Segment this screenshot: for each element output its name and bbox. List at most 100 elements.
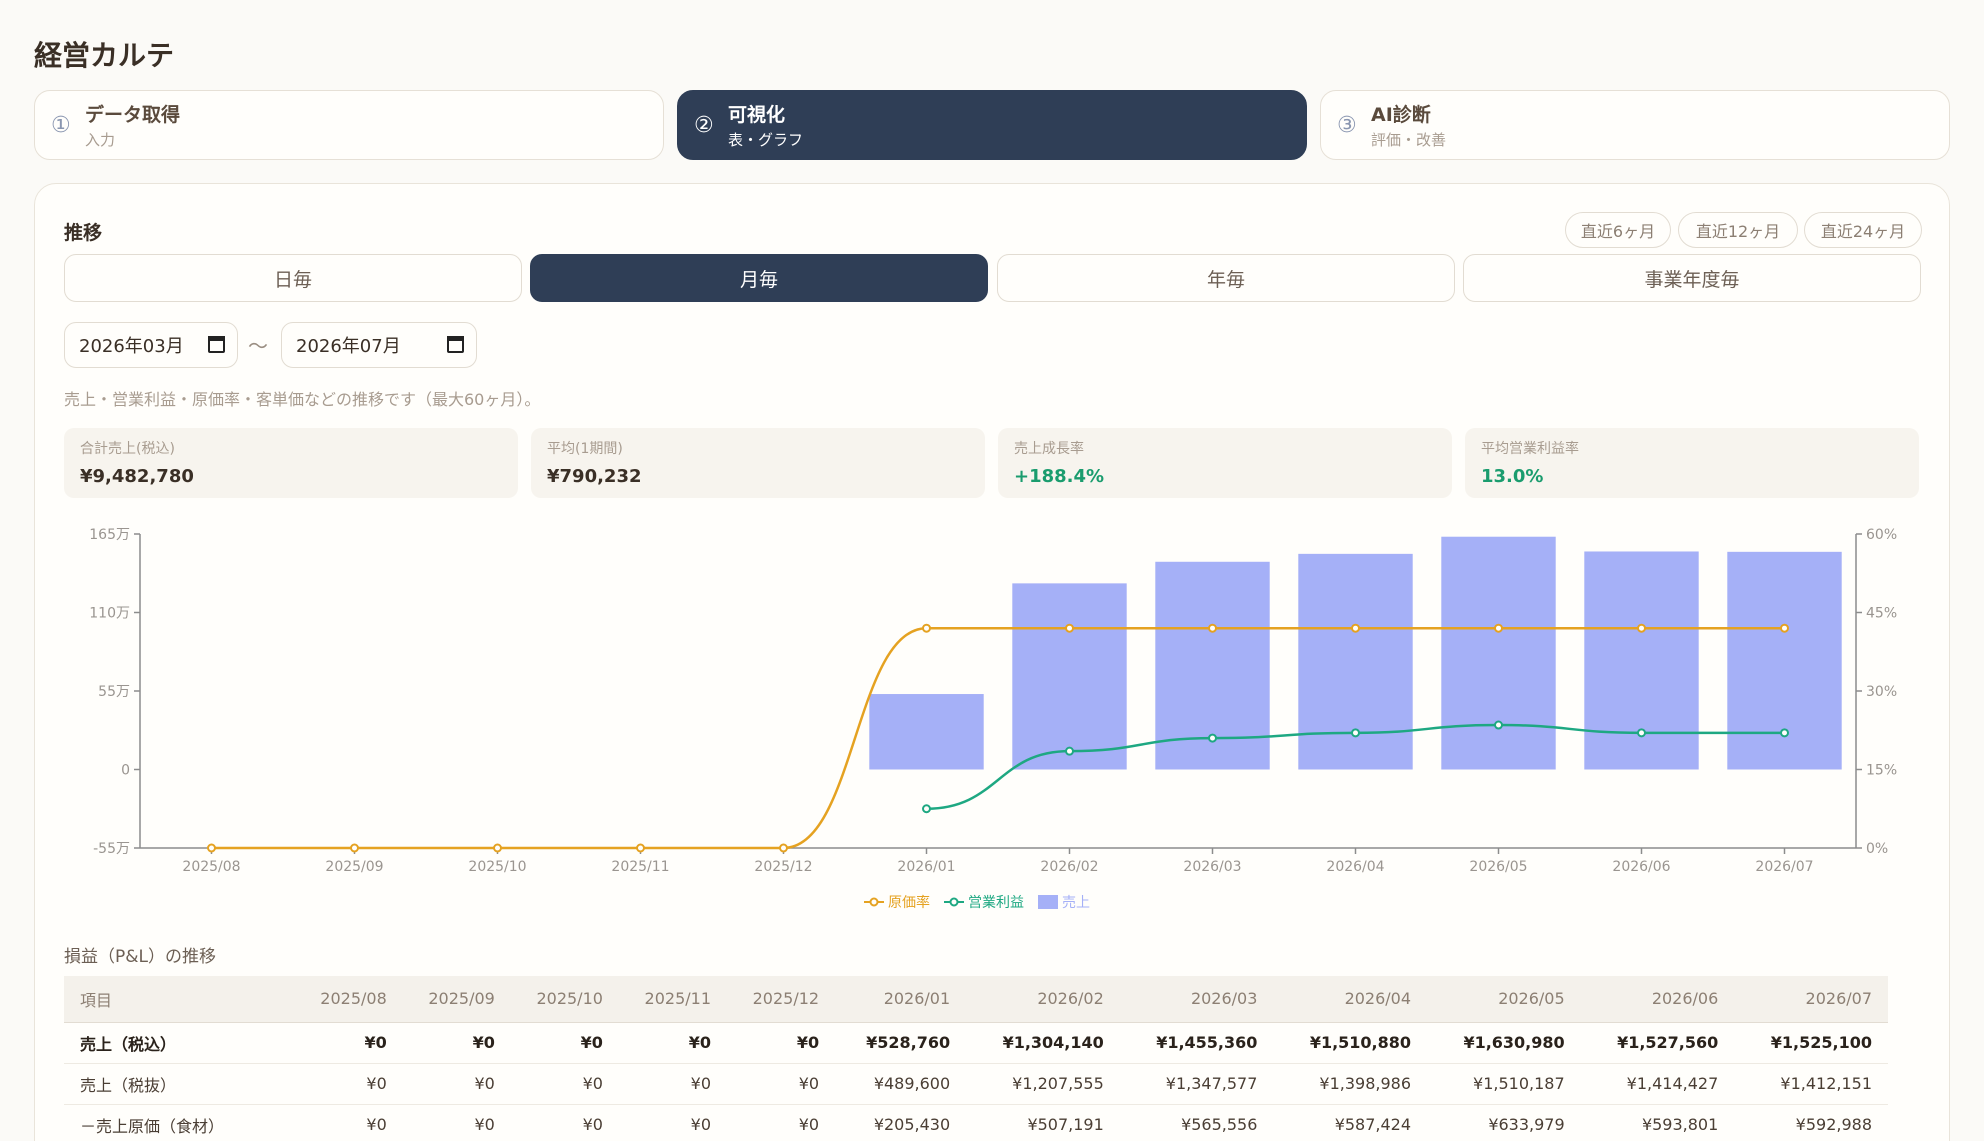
- table-cell: ¥0: [618, 1063, 727, 1105]
- table-cell: ¥0: [510, 1063, 619, 1105]
- x-axis-tick-label: 2026/03: [1183, 859, 1241, 875]
- table-cell: ¥528,760: [835, 1022, 967, 1064]
- cost-ratio-point: [1494, 623, 1503, 633]
- left-axis-tick-label: -55万: [93, 841, 130, 857]
- table-cell: ¥1,412,151: [1734, 1063, 1888, 1105]
- row-label: 売上（税抜）: [64, 1063, 295, 1105]
- column-header-month: 2026/02: [966, 976, 1120, 1023]
- x-axis-tick-label: 2025/12: [754, 859, 812, 875]
- cost-ratio-point: [779, 843, 788, 853]
- table-cell: ¥0: [618, 1022, 727, 1064]
- table-cell: ¥0: [727, 1022, 836, 1064]
- column-header-month: 2025/11: [618, 976, 727, 1023]
- table-cell: ¥0: [294, 1063, 403, 1105]
- right-axis-tick-label: 60%: [1866, 527, 1897, 543]
- column-header-month: 2025/09: [402, 976, 511, 1023]
- table-cell: ¥0: [294, 1022, 403, 1064]
- table-cell: ¥633,979: [1427, 1104, 1581, 1141]
- operating-profit-point: [922, 804, 931, 814]
- x-axis-tick-label: 2026/02: [1040, 859, 1098, 875]
- table-cell: ¥0: [618, 1104, 727, 1141]
- table-cell: ¥587,424: [1273, 1104, 1428, 1141]
- table-cell: ¥1,207,555: [966, 1063, 1120, 1105]
- cost-ratio-point: [207, 843, 216, 853]
- x-axis-tick-label: 2025/08: [182, 859, 240, 875]
- cost-ratio-point: [1208, 623, 1217, 633]
- column-header-month: 2026/04: [1273, 976, 1428, 1023]
- table-cell: ¥1,630,980: [1427, 1022, 1581, 1064]
- operating-profit-point: [1637, 728, 1646, 738]
- pl-heading: 損益（P&L）の推移: [64, 947, 216, 967]
- right-axis-tick-label: 45%: [1866, 606, 1897, 622]
- cost-ratio-point: [1780, 623, 1789, 633]
- table-cell: ¥0: [402, 1022, 511, 1064]
- operating-profit-point: [1780, 728, 1789, 738]
- table-cell: ¥507,191: [966, 1104, 1120, 1141]
- cost-ratio-point: [1637, 623, 1646, 633]
- column-header-month: 2026/07: [1734, 976, 1888, 1023]
- table-cell: ¥1,527,560: [1580, 1022, 1735, 1064]
- table-cell: ¥593,801: [1580, 1104, 1735, 1141]
- column-header-month: 2025/12: [727, 976, 836, 1023]
- table-cell: ¥0: [402, 1063, 511, 1105]
- legend-label: 営業利益: [968, 895, 1024, 911]
- legend-bar-marker: [1038, 895, 1058, 909]
- table-row: 売上（税込） ¥0 ¥0 ¥0 ¥0 ¥0 ¥528,760 ¥1,304,140 ¥1,455…: [64, 1022, 1888, 1064]
- operating-profit-point: [1208, 733, 1217, 743]
- x-axis-tick-label: 2026/04: [1326, 859, 1384, 875]
- pl-table: 項目 2025/08 2025/09 2025/10 2025/11 2025/12 202…: [64, 976, 1888, 1141]
- x-axis-tick-label: 2026/01: [897, 859, 955, 875]
- table-header-row: 項目 2025/08 2025/09 2025/10 2025/11 2025/12 202…: [64, 976, 1888, 1023]
- table-cell: ¥565,556: [1119, 1104, 1274, 1141]
- x-axis-tick-label: 2025/10: [468, 859, 526, 875]
- column-header-month: 2025/08: [294, 976, 403, 1023]
- operating-profit-point: [1351, 728, 1360, 738]
- legend-point-marker: [869, 897, 879, 907]
- table-cell: ¥1,525,100: [1734, 1022, 1888, 1064]
- table-cell: ¥1,510,187: [1427, 1063, 1581, 1105]
- cost-ratio-point: [922, 623, 931, 633]
- cost-ratio-point: [350, 843, 359, 853]
- table-cell: ¥1,398,986: [1273, 1063, 1428, 1105]
- table-cell: ¥205,430: [835, 1104, 967, 1141]
- table-cell: ¥0: [727, 1104, 836, 1141]
- left-axis-tick-label: 55万: [98, 684, 130, 700]
- row-label: 売上（税込）: [64, 1022, 295, 1064]
- x-axis-tick-label: 2025/09: [325, 859, 383, 875]
- column-header-item: 項目: [64, 976, 295, 1023]
- left-axis-tick-label: 165万: [89, 527, 130, 543]
- cost-ratio-point: [493, 843, 502, 853]
- x-axis-tick-label: 2026/06: [1612, 859, 1670, 875]
- table-cell: ¥0: [510, 1104, 619, 1141]
- table-cell: ¥1,510,880: [1273, 1022, 1428, 1064]
- cost-ratio-point: [636, 843, 645, 853]
- table-cell: ¥0: [727, 1063, 836, 1105]
- table-cell: ¥592,988: [1734, 1104, 1888, 1141]
- table-row: －売上原価（食材） ¥0 ¥0 ¥0 ¥0 ¥0 ¥205,430 ¥507,191 ¥565,…: [64, 1104, 1888, 1141]
- operating-profit-point: [1494, 720, 1503, 730]
- sales-bar: [1441, 536, 1556, 770]
- sales-bar: [869, 694, 984, 770]
- table-cell: ¥0: [294, 1104, 403, 1141]
- table-cell: ¥0: [510, 1022, 619, 1064]
- left-axis-tick-label: 110万: [89, 606, 130, 622]
- right-axis-tick-label: 0%: [1866, 841, 1888, 857]
- legend-point-marker: [949, 897, 959, 907]
- column-header-month: 2026/06: [1580, 976, 1735, 1023]
- cost-ratio-point: [1351, 623, 1360, 633]
- x-axis-tick-label: 2025/11: [611, 859, 669, 875]
- table-cell: ¥1,455,360: [1119, 1022, 1274, 1064]
- table-cell: ¥1,347,577: [1119, 1063, 1274, 1105]
- column-header-month: 2026/03: [1119, 976, 1274, 1023]
- column-header-month: 2026/05: [1427, 976, 1581, 1023]
- column-header-month: 2025/10: [510, 976, 619, 1023]
- right-axis-tick-label: 30%: [1866, 684, 1897, 700]
- table-cell: ¥1,304,140: [966, 1022, 1120, 1064]
- trend-chart: 165万 110万 55万 0 -55万 60% 45% 30% 15% 0% 2025/08 202…: [89, 527, 1897, 911]
- left-axis-tick-label: 0: [121, 763, 130, 779]
- table-row: 売上（税抜） ¥0 ¥0 ¥0 ¥0 ¥0 ¥489,600 ¥1,207,555 ¥1,347…: [64, 1063, 1888, 1105]
- column-header-month: 2026/01: [835, 976, 967, 1023]
- legend-label: 原価率: [888, 894, 930, 911]
- cost-ratio-point: [1065, 623, 1074, 633]
- legend-label: 売上: [1062, 895, 1090, 911]
